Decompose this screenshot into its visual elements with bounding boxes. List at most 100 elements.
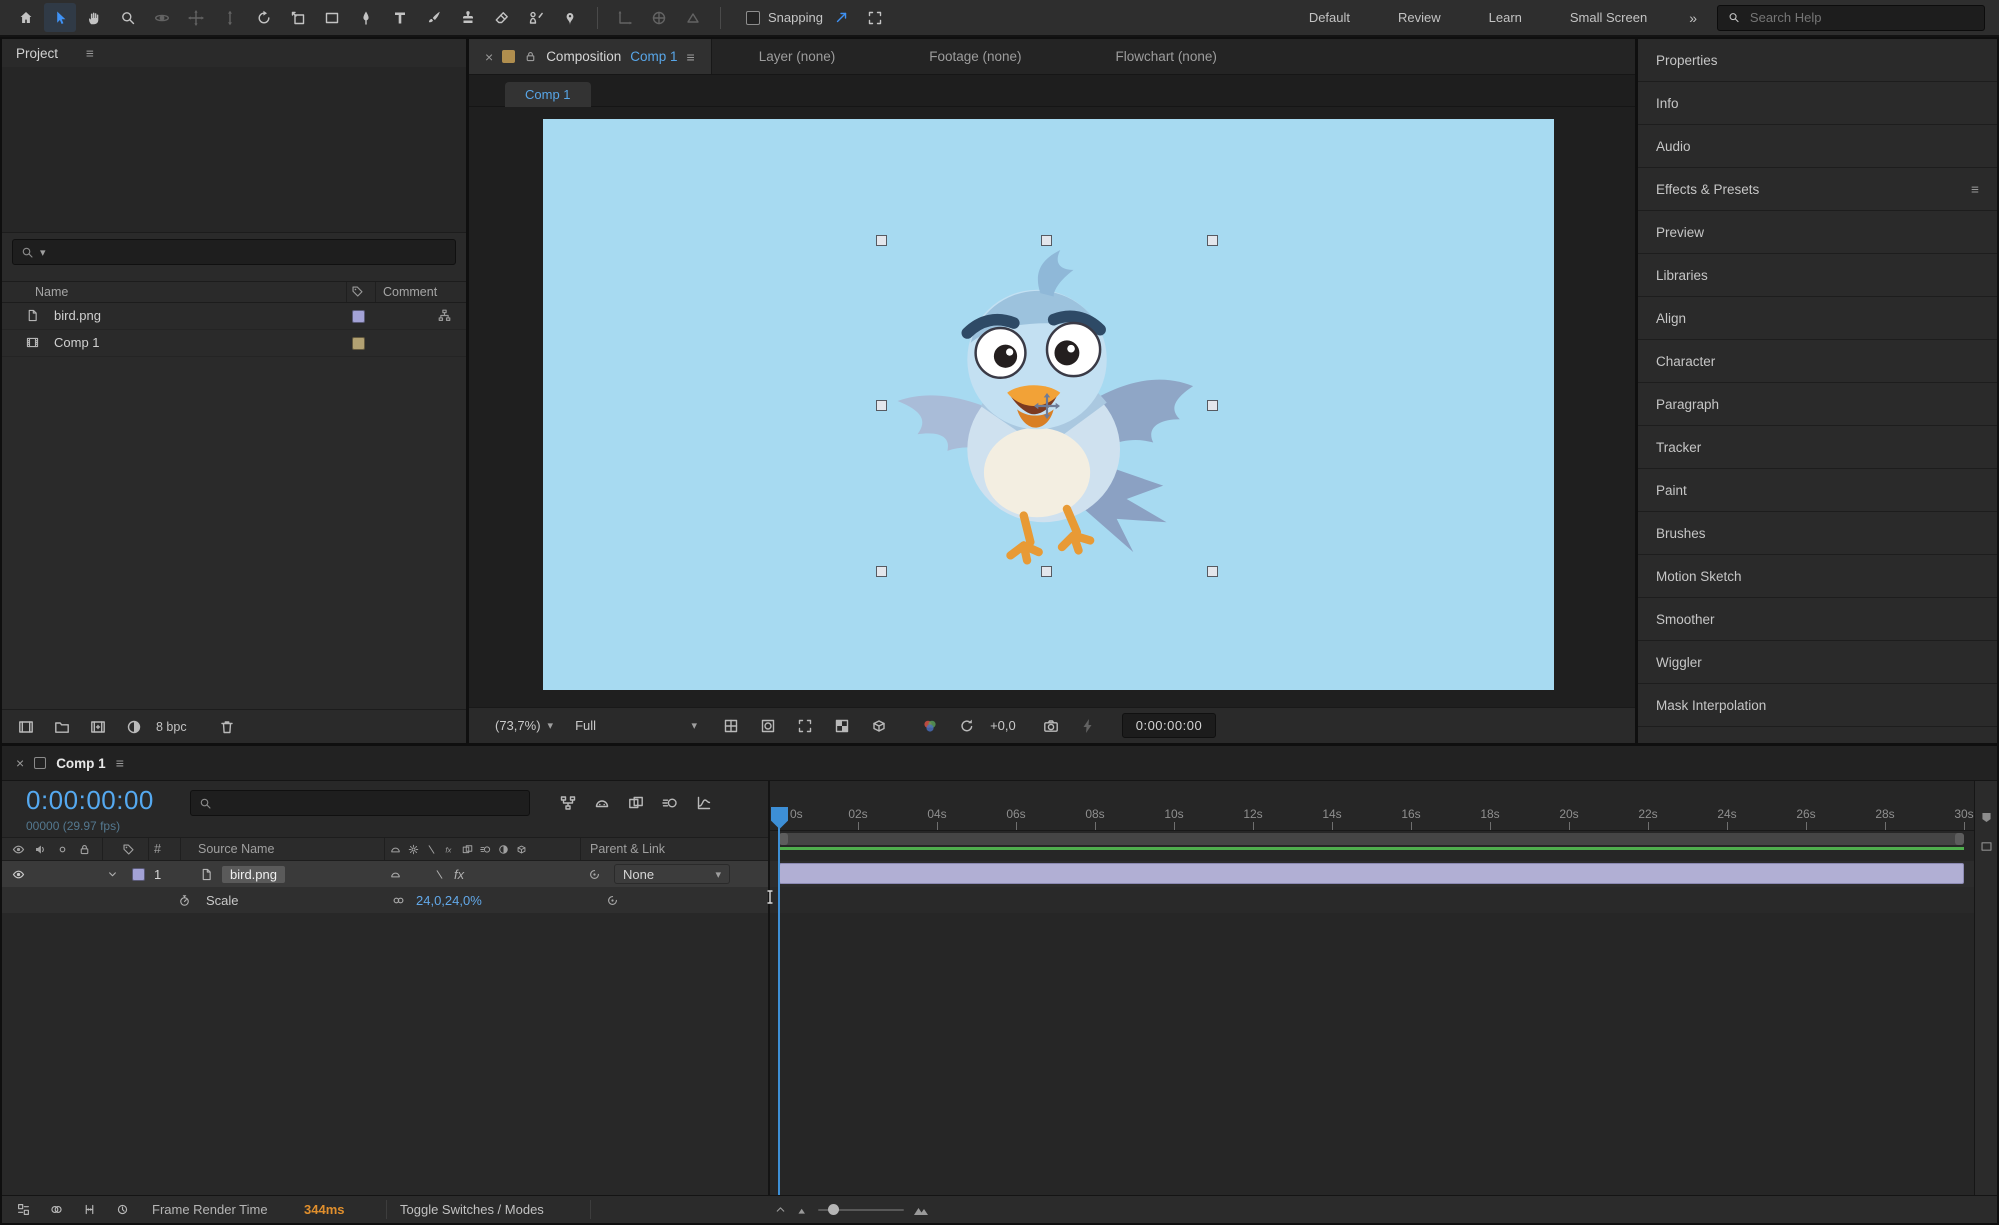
dock-tab-audio[interactable]: Audio bbox=[1638, 125, 1997, 168]
dolly-tool[interactable] bbox=[214, 3, 246, 32]
workspace-learn[interactable]: Learn bbox=[1465, 0, 1546, 35]
zoom-in-mountain-icon[interactable] bbox=[913, 1202, 929, 1218]
snapping-toggle[interactable]: Snapping bbox=[746, 10, 823, 25]
brush-tool[interactable] bbox=[418, 3, 450, 32]
footage-tab[interactable]: Footage (none) bbox=[882, 39, 1068, 74]
column-name[interactable]: Name bbox=[35, 285, 68, 299]
project-item-bird[interactable]: bird.png bbox=[2, 303, 466, 330]
composition-canvas[interactable] bbox=[543, 119, 1554, 690]
label-color-chip[interactable] bbox=[352, 337, 365, 350]
dock-tab-effects-presets[interactable]: Effects & Presets ≡ bbox=[1638, 168, 1997, 211]
scale-property-row[interactable]: Scale 24,0,24,0% bbox=[2, 887, 768, 913]
trash-button[interactable] bbox=[214, 714, 241, 739]
dock-tab-libraries[interactable]: Libraries bbox=[1638, 254, 1997, 297]
snapshot-icon[interactable] bbox=[1038, 713, 1065, 738]
parent-pickwhip-icon[interactable] bbox=[588, 861, 601, 887]
reset-exposure-icon[interactable] bbox=[953, 713, 980, 738]
bpc-button[interactable]: 8 bpc bbox=[156, 720, 187, 734]
home-button[interactable] bbox=[10, 3, 42, 32]
snapping-checkbox[interactable] bbox=[746, 10, 760, 25]
selection-handle[interactable] bbox=[1041, 235, 1052, 246]
selection-tool[interactable] bbox=[44, 3, 76, 32]
selection-handle[interactable] bbox=[1207, 235, 1218, 246]
rotation-tool[interactable] bbox=[248, 3, 280, 32]
layer-visibility-eye-icon[interactable] bbox=[12, 861, 25, 887]
layer-duration-bar[interactable] bbox=[779, 863, 1964, 884]
dock-tab-paint[interactable]: Paint bbox=[1638, 469, 1997, 512]
panel-menu-icon[interactable]: ≡ bbox=[1971, 182, 1979, 197]
panel-menu-icon[interactable]: ≡ bbox=[116, 755, 124, 771]
comp-marker-bin-icon[interactable] bbox=[1980, 811, 1993, 824]
comp-viewer-tab[interactable]: Comp 1 bbox=[505, 82, 591, 107]
panel-menu-icon[interactable]: ≡ bbox=[687, 49, 695, 65]
mini-flowchart-icon[interactable] bbox=[554, 790, 581, 815]
zoom-tool[interactable] bbox=[112, 3, 144, 32]
scale-value[interactable]: 24,0,24,0% bbox=[416, 887, 482, 913]
puppet-pin-tool[interactable] bbox=[554, 3, 586, 32]
workspace-overflow-button[interactable]: » bbox=[1671, 10, 1715, 26]
zoom-slider-handle[interactable] bbox=[828, 1203, 839, 1215]
project-panel-menu-icon[interactable]: ≡ bbox=[86, 46, 94, 61]
dock-tab-paragraph[interactable]: Paragraph bbox=[1638, 383, 1997, 426]
expand-layer-switches-icon[interactable] bbox=[10, 1197, 37, 1222]
workspace-review[interactable]: Review bbox=[1374, 0, 1465, 35]
show-snapshot-icon[interactable] bbox=[1075, 713, 1102, 738]
project-item-name[interactable]: bird.png bbox=[54, 308, 101, 323]
current-timecode[interactable]: 0:00:00:00 bbox=[26, 785, 154, 816]
new-composition-button[interactable] bbox=[84, 714, 111, 739]
expand-render-time-pane-icon[interactable] bbox=[109, 1197, 136, 1222]
dock-tab-smoother[interactable]: Smoother bbox=[1638, 598, 1997, 641]
column-source-name[interactable]: Source Name bbox=[198, 838, 274, 860]
workspace-small-screen[interactable]: Small Screen bbox=[1546, 0, 1671, 35]
layer-label-chip[interactable] bbox=[132, 867, 145, 881]
layer-name[interactable]: bird.png bbox=[222, 865, 285, 883]
layer-tab[interactable]: Layer (none) bbox=[712, 39, 883, 74]
dock-tab-properties[interactable]: Properties bbox=[1638, 39, 1997, 82]
layer-row[interactable]: 1 bird.png fx None ▾ bbox=[2, 861, 768, 887]
local-axis-mode-icon[interactable] bbox=[609, 3, 641, 32]
workspace-default[interactable]: Default bbox=[1285, 0, 1374, 35]
selection-handle[interactable] bbox=[1041, 566, 1052, 577]
close-tab-icon[interactable]: × bbox=[485, 49, 493, 65]
comp-button-icon[interactable] bbox=[1980, 840, 1993, 853]
mask-visibility-icon[interactable] bbox=[754, 713, 781, 738]
pan-camera-tool[interactable] bbox=[180, 3, 212, 32]
timeline-zoom-slider[interactable] bbox=[818, 1203, 904, 1215]
grid-guides-icon[interactable] bbox=[717, 713, 744, 738]
column-parent-link[interactable]: Parent & Link bbox=[590, 838, 665, 860]
snap-bounds-icon[interactable] bbox=[859, 3, 891, 32]
timeline-tab-label[interactable]: Comp 1 bbox=[56, 756, 106, 771]
timeline-search[interactable] bbox=[190, 790, 530, 816]
dock-tab-brushes[interactable]: Brushes bbox=[1638, 512, 1997, 555]
link-dimensions-icon[interactable] bbox=[392, 887, 405, 913]
rectangle-tool[interactable] bbox=[316, 3, 348, 32]
dock-tab-character[interactable]: Character bbox=[1638, 340, 1997, 383]
expand-in-out-panes-icon[interactable] bbox=[76, 1197, 103, 1222]
preview-timecode[interactable]: 0:00:00:00 bbox=[1121, 713, 1217, 738]
dock-tab-wiggler[interactable]: Wiggler bbox=[1638, 641, 1997, 684]
zoom-out-mountain-icon[interactable] bbox=[796, 1203, 809, 1216]
column-comment[interactable]: Comment bbox=[383, 285, 437, 299]
hide-shy-layers-icon[interactable] bbox=[588, 790, 615, 815]
selection-handle[interactable] bbox=[876, 235, 887, 246]
toggle-switches-modes-button[interactable]: Toggle Switches / Modes bbox=[400, 1196, 544, 1223]
clone-stamp-tool[interactable] bbox=[452, 3, 484, 32]
anchor-point-icon[interactable] bbox=[1034, 393, 1060, 419]
exposure-value[interactable]: +0,0 bbox=[990, 718, 1016, 733]
pan-behind-tool[interactable] bbox=[282, 3, 314, 32]
selection-handle[interactable] bbox=[876, 400, 887, 411]
magnification-dropdown[interactable]: (73,7%) ▾ bbox=[495, 718, 553, 733]
stopwatch-icon[interactable] bbox=[178, 887, 191, 913]
dock-tab-preview[interactable]: Preview bbox=[1638, 211, 1997, 254]
layer-fx-switch[interactable]: fx bbox=[454, 861, 464, 887]
region-of-interest-icon[interactable] bbox=[791, 713, 818, 738]
graph-editor-icon[interactable] bbox=[690, 790, 717, 815]
3d-view-icon[interactable] bbox=[865, 713, 892, 738]
zoom-caret-icon[interactable] bbox=[774, 1203, 787, 1216]
selection-handle[interactable] bbox=[876, 566, 887, 577]
lock-icon[interactable] bbox=[524, 50, 537, 63]
motion-blur-icon[interactable] bbox=[656, 790, 683, 815]
snap-options-icon[interactable] bbox=[825, 3, 857, 32]
parent-link-dropdown[interactable]: None ▾ bbox=[614, 864, 730, 884]
expand-layer-chevron-icon[interactable] bbox=[106, 861, 119, 887]
